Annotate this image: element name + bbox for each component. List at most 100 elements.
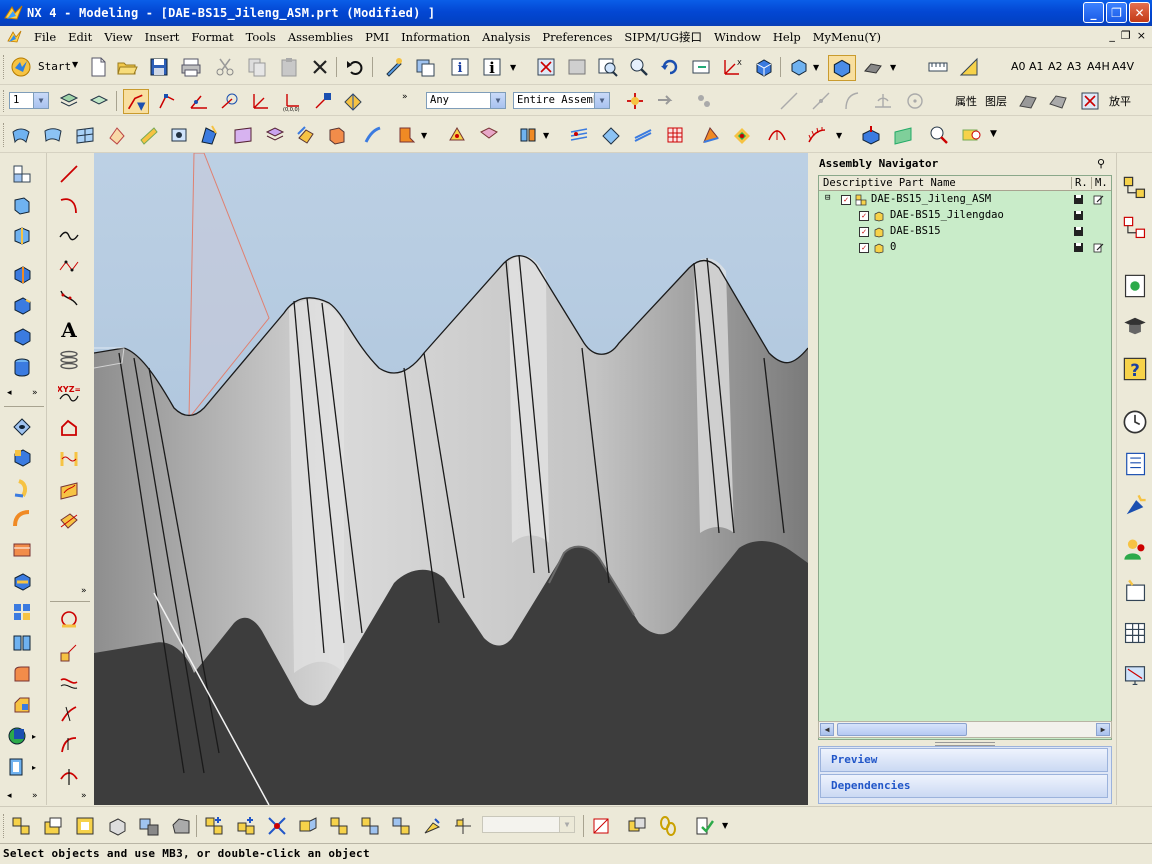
pan-icon[interactable]	[690, 56, 712, 78]
section-curve-icon[interactable]	[58, 610, 80, 632]
scroll-thumb[interactable]	[837, 723, 967, 736]
pocket-icon[interactable]	[11, 477, 33, 499]
background-icon[interactable]	[862, 56, 884, 78]
mate-component-icon[interactable]	[203, 815, 225, 837]
snap-midpoint-icon[interactable]	[188, 90, 210, 112]
dependencies-panel-header[interactable]: Dependencies	[820, 774, 1108, 798]
sphere-icon[interactable]	[11, 356, 33, 378]
web-browser-icon[interactable]	[1122, 662, 1148, 688]
trim-body-icon[interactable]	[517, 124, 539, 146]
shell-icon[interactable]	[6, 725, 28, 747]
drawing-sheet-icon[interactable]	[927, 56, 949, 78]
menu-tools[interactable]: Tools	[240, 30, 282, 44]
trim-curve-icon[interactable]	[58, 703, 80, 725]
work-layer-select[interactable]: 1 ▼	[9, 92, 49, 109]
edit-object-display-icon[interactable]	[383, 56, 405, 78]
info-dropdown-icon[interactable]: ▼	[510, 63, 516, 72]
iso-curves-icon[interactable]	[568, 124, 590, 146]
sew-icon[interactable]	[362, 124, 384, 146]
menu-analysis[interactable]: Analysis	[476, 30, 536, 44]
deselect-arrow-icon[interactable]	[654, 90, 676, 112]
zoom-window-icon[interactable]	[566, 56, 588, 78]
law-curve-icon[interactable]: XYZ=	[58, 383, 80, 405]
helix-icon[interactable]	[58, 349, 80, 371]
n-sided-surface-icon[interactable]	[198, 124, 220, 146]
extension-icon[interactable]	[446, 124, 468, 146]
assembly-component-icon[interactable]	[42, 815, 64, 837]
menu-file[interactable]: File	[28, 30, 62, 44]
comb-analysis-icon[interactable]	[806, 124, 828, 146]
offset-face-dropdown-icon[interactable]: ▸	[32, 763, 36, 772]
mdi-close-button[interactable]: ×	[1137, 29, 1146, 42]
snap-origin-icon[interactable]: (0,0,0)	[281, 90, 303, 112]
line-point-icon[interactable]	[810, 90, 832, 112]
reference-set-icon[interactable]	[297, 815, 319, 837]
navigator-tree[interactable]: Descriptive Part Name R. M. ⊟ ✓ DAE-BS15…	[818, 175, 1112, 740]
inferred-point-icon[interactable]	[693, 90, 715, 112]
create-new-component-icon[interactable]	[106, 815, 128, 837]
sequence-icon[interactable]	[359, 815, 381, 837]
offset-curve-icon[interactable]	[58, 417, 80, 439]
cylinder-icon[interactable]	[11, 294, 33, 316]
paste-icon[interactable]	[278, 56, 300, 78]
rotate-icon[interactable]	[659, 56, 681, 78]
sheet-a2[interactable]: A2	[1048, 60, 1063, 73]
visibility-checkbox[interactable]: ✓	[841, 195, 851, 205]
divide-curve-icon[interactable]	[58, 734, 80, 756]
join-curve-icon[interactable]	[58, 672, 80, 694]
add-existing-icon[interactable]	[74, 815, 96, 837]
assembly-filter-combo[interactable]: ▼	[482, 816, 575, 833]
help-tab-icon[interactable]: ?	[1122, 356, 1148, 382]
snap-toolbar-overflow-icon[interactable]: »	[402, 92, 408, 102]
close-button[interactable]: ✕	[1129, 2, 1150, 23]
menu-window[interactable]: Window	[708, 30, 767, 44]
sheet-a3[interactable]: A3	[1067, 60, 1082, 73]
spline-icon[interactable]	[58, 225, 80, 247]
swept-icon[interactable]	[106, 124, 128, 146]
interference-icon[interactable]	[452, 815, 474, 837]
show-hide-icon[interactable]	[414, 56, 436, 78]
sheet-a4h[interactable]: A4H	[1087, 60, 1110, 73]
zoom-icon[interactable]	[597, 56, 619, 78]
maximize-button[interactable]: ❐	[1106, 2, 1127, 23]
start-icon[interactable]	[10, 56, 32, 78]
palette1-scroll-left-icon[interactable]: ◂	[7, 388, 12, 398]
face-curves-icon[interactable]	[600, 124, 622, 146]
check-in-dropdown-icon[interactable]: ▼	[722, 821, 728, 830]
extract-curve-icon[interactable]	[58, 641, 80, 663]
pad-icon[interactable]	[11, 508, 33, 530]
check-in-icon[interactable]	[694, 815, 716, 837]
assembly-navigator-tab-icon[interactable]	[1122, 175, 1148, 201]
snap-center-icon[interactable]	[219, 90, 241, 112]
snap-intersection-icon[interactable]	[342, 90, 364, 112]
patch-icon[interactable]	[394, 124, 416, 146]
snap-point-on-curve-icon[interactable]	[312, 90, 334, 112]
sheet-a1[interactable]: A1	[1029, 60, 1044, 73]
project-curve-icon[interactable]	[58, 479, 80, 501]
trim-dropdown-icon[interactable]: ▼	[543, 131, 549, 140]
visibility-checkbox[interactable]: ✓	[859, 243, 869, 253]
transition-icon[interactable]	[264, 124, 286, 146]
menu-mymenu[interactable]: MyMenu(Y)	[807, 30, 887, 44]
information-icon[interactable]: i	[481, 56, 503, 78]
history-palette-tab-icon[interactable]	[1122, 273, 1148, 299]
tree-row-jilengdao[interactable]: ✓ DAE-BS15_Jilengdao	[819, 208, 1111, 224]
comb-dropdown-icon[interactable]: ▼	[836, 131, 842, 140]
arc-icon[interactable]	[58, 194, 80, 216]
extrude-icon[interactable]	[11, 194, 33, 216]
layers-button[interactable]: 图层	[985, 93, 1007, 109]
roles-tab-icon[interactable]	[1122, 313, 1148, 339]
intersection-curve-icon[interactable]	[58, 510, 80, 532]
studio-spline-icon[interactable]	[58, 256, 80, 278]
bounded-plane-icon[interactable]	[168, 124, 190, 146]
component-array-icon[interactable]	[138, 815, 160, 837]
snap-quadrant-icon[interactable]	[250, 90, 272, 112]
patch-dropdown-icon[interactable]: ▼	[421, 131, 427, 140]
text-icon[interactable]: A	[58, 318, 80, 340]
palette1-bottom-scroll-left-icon[interactable]: ◂	[7, 791, 12, 801]
info-object-icon[interactable]: i	[449, 56, 471, 78]
sketch-icon[interactable]	[11, 163, 33, 185]
render-dropdown-icon[interactable]: ▼	[813, 63, 819, 72]
menu-edit[interactable]: Edit	[62, 30, 98, 44]
zoom-flat-button[interactable]: 放平	[1109, 93, 1131, 109]
